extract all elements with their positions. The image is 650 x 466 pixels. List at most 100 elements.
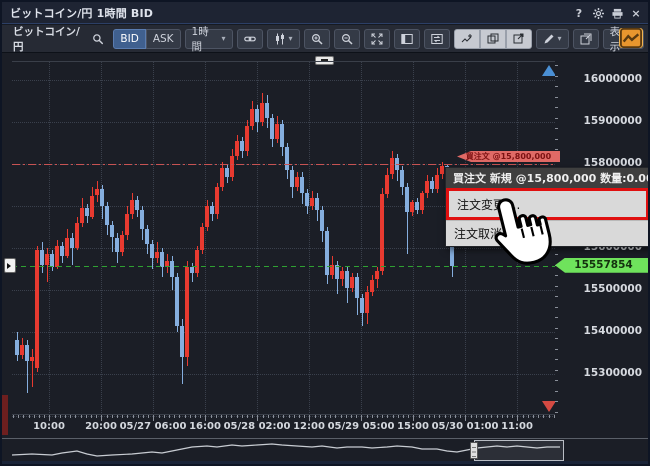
candle xyxy=(440,166,444,174)
time-axis-label: 05/28 02:00 xyxy=(224,421,291,432)
axis-tick xyxy=(419,415,420,418)
candle xyxy=(245,126,249,151)
time-axis-label: 05/29 05:00 xyxy=(328,421,395,432)
search-icon xyxy=(92,33,104,45)
candle xyxy=(335,265,339,280)
axis-tick xyxy=(486,415,487,418)
candle xyxy=(40,250,44,265)
close-icon[interactable]: × xyxy=(630,7,642,19)
navigator-handle[interactable] xyxy=(470,442,478,459)
axis-tick xyxy=(237,415,238,418)
axis-tick xyxy=(555,338,558,339)
gear-icon[interactable] xyxy=(592,7,604,19)
gridline xyxy=(153,62,154,417)
axis-tick xyxy=(555,107,558,108)
axis-tick xyxy=(555,139,558,140)
zoom-in-button[interactable] xyxy=(304,29,330,49)
axis-tick xyxy=(460,415,461,418)
popup-window-button[interactable] xyxy=(573,29,599,49)
axis-tick xyxy=(159,415,160,418)
candle xyxy=(25,345,29,362)
candle xyxy=(200,227,204,250)
axis-tick xyxy=(393,415,394,418)
gridline xyxy=(12,290,555,291)
draw-pen-dropdown[interactable]: ▾ xyxy=(536,29,569,49)
chart-export-button[interactable] xyxy=(506,29,532,49)
price-axis-label: 15500000 xyxy=(584,283,642,295)
chart-tools-group xyxy=(454,29,532,49)
title-bar[interactable]: ビットコイン/円 1時間 BID ? × xyxy=(2,2,648,24)
axis-tick xyxy=(330,415,331,418)
axis-tick xyxy=(231,415,232,418)
axis-tick xyxy=(263,415,264,418)
axis-tick xyxy=(356,415,357,418)
chart-add-button[interactable] xyxy=(454,29,480,49)
axis-tick xyxy=(434,415,435,418)
candle xyxy=(415,202,419,210)
printer-icon[interactable] xyxy=(611,7,623,19)
axis-tick xyxy=(455,415,456,418)
panel-left-button[interactable] xyxy=(394,29,420,49)
chart-region[interactable]: 1600000015900000158000001560000015500000… xyxy=(2,53,650,466)
order-price-tag[interactable]: 買注文 @15,800,000 xyxy=(457,151,560,162)
axis-tick xyxy=(81,415,82,418)
ask-button[interactable]: ASK xyxy=(146,29,181,49)
axis-tick xyxy=(335,415,336,418)
axis-tick xyxy=(377,415,378,418)
price-line-marker[interactable] xyxy=(4,258,16,273)
bottom-frame xyxy=(2,461,650,466)
candle xyxy=(45,254,49,265)
chart-mode-button[interactable] xyxy=(619,28,643,48)
fit-screen-button[interactable] xyxy=(364,29,390,49)
chart-overlay-button[interactable] xyxy=(480,29,506,49)
axis-tick xyxy=(512,415,513,418)
candle xyxy=(20,345,24,356)
axis-tick xyxy=(555,296,558,297)
bid-button[interactable]: BID xyxy=(113,29,145,49)
candle xyxy=(125,214,129,235)
axis-tick xyxy=(315,415,316,418)
navigator-selection[interactable] xyxy=(474,440,564,461)
zoom-out-button[interactable] xyxy=(334,29,360,49)
candle xyxy=(235,141,239,156)
chart-window: ビットコイン/円 1時間 BID ? × ビットコイン/円BIDASK1時間▾ ▾… xyxy=(0,0,650,466)
symbol-search[interactable]: ビットコイン/円 xyxy=(7,29,109,49)
candle xyxy=(115,238,119,253)
scroll-up-icon[interactable] xyxy=(542,65,555,76)
candle xyxy=(180,326,184,358)
scroll-down-icon[interactable] xyxy=(542,401,555,412)
price-axis-label: 15900000 xyxy=(584,115,642,127)
axis-tick xyxy=(96,415,97,418)
axis-tick xyxy=(13,415,14,418)
axis-tick xyxy=(169,415,170,418)
axis-tick xyxy=(211,415,212,418)
gridline xyxy=(12,80,555,81)
candle xyxy=(120,235,124,252)
panel-swap-button[interactable] xyxy=(424,29,450,49)
candle xyxy=(35,250,39,368)
axis-tick xyxy=(320,415,321,418)
link-button[interactable] xyxy=(237,29,263,49)
timeframe-dropdown[interactable]: 1時間▾ xyxy=(185,29,233,49)
time-axis-label: 05/27 06:00 xyxy=(120,421,187,432)
axis-tick xyxy=(268,415,269,418)
current-price-tag: 15557854 xyxy=(555,258,650,273)
gridline xyxy=(361,62,362,417)
axis-tick xyxy=(481,415,482,418)
gridline xyxy=(12,374,555,375)
axis-tick xyxy=(174,415,175,418)
axis-tick xyxy=(247,415,248,418)
axis-tick xyxy=(439,415,440,418)
candle xyxy=(135,200,139,211)
candle xyxy=(325,231,329,275)
order-line[interactable] xyxy=(12,164,555,165)
candle xyxy=(380,194,384,271)
help-icon[interactable]: ? xyxy=(573,7,585,19)
candle xyxy=(160,252,164,267)
navigator-strip[interactable] xyxy=(2,438,650,461)
chart-type-dropdown[interactable]: ▾ xyxy=(267,29,300,49)
axis-tick xyxy=(70,415,71,418)
candle xyxy=(280,124,284,147)
current-price-line xyxy=(12,266,555,267)
candle xyxy=(55,246,59,267)
